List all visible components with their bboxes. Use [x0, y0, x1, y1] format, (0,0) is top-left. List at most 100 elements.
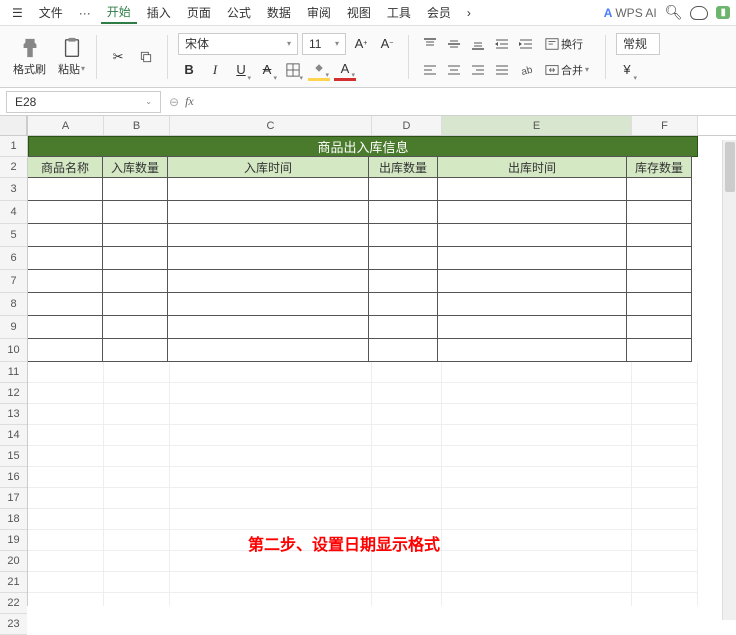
cancel-formula-icon[interactable]: ⊖ — [169, 95, 179, 109]
col-header[interactable]: C — [170, 116, 372, 135]
tab-formula[interactable]: 公式 — [221, 2, 257, 23]
table-cell[interactable] — [368, 177, 438, 201]
increase-font-icon[interactable]: A+ — [350, 33, 372, 55]
empty-cell[interactable] — [442, 425, 632, 446]
table-cell[interactable] — [102, 292, 168, 316]
align-middle-icon[interactable] — [443, 33, 465, 55]
row-header[interactable]: 18 — [0, 509, 27, 530]
justify-icon[interactable] — [491, 59, 513, 81]
row-header[interactable]: 22 — [0, 593, 27, 614]
empty-cell[interactable] — [372, 362, 442, 383]
empty-cell[interactable] — [372, 425, 442, 446]
table-cell[interactable] — [28, 338, 103, 362]
empty-cell[interactable] — [442, 362, 632, 383]
empty-cell[interactable] — [28, 467, 104, 488]
empty-cell[interactable] — [28, 425, 104, 446]
row-header[interactable]: 10 — [0, 339, 27, 362]
empty-cell[interactable] — [170, 593, 372, 606]
currency-button[interactable]: ¥ — [616, 59, 638, 81]
table-cell[interactable] — [368, 338, 438, 362]
table-cell[interactable] — [626, 223, 692, 247]
empty-cell[interactable] — [442, 446, 632, 467]
empty-cell[interactable] — [104, 530, 170, 551]
table-cell[interactable] — [368, 315, 438, 339]
table-cell[interactable] — [626, 315, 692, 339]
empty-cell[interactable] — [372, 488, 442, 509]
search-icon[interactable]: 🔍︎ — [665, 4, 683, 21]
row-header[interactable]: 13 — [0, 404, 27, 425]
tab-page[interactable]: 页面 — [181, 2, 217, 23]
empty-cell[interactable] — [632, 362, 698, 383]
row-header[interactable]: 6 — [0, 247, 27, 270]
select-all-corner[interactable] — [0, 116, 27, 136]
empty-cell[interactable] — [442, 530, 632, 551]
table-cell[interactable] — [102, 338, 168, 362]
fx-button[interactable]: fx — [185, 94, 194, 109]
table-cell[interactable] — [437, 315, 627, 339]
row-header[interactable]: 7 — [0, 270, 27, 293]
table-cell[interactable] — [102, 315, 168, 339]
tab-review[interactable]: 审阅 — [301, 2, 337, 23]
font-name-combo[interactable]: 宋体▾ — [178, 33, 298, 55]
row-header[interactable]: 1 — [0, 136, 27, 157]
row-header[interactable]: 12 — [0, 383, 27, 404]
align-bottom-icon[interactable] — [467, 33, 489, 55]
tabs-scroll-right-icon[interactable]: › — [461, 4, 477, 22]
orientation-icon[interactable]: ab — [515, 59, 537, 81]
table-cell[interactable] — [28, 200, 103, 224]
table-cell[interactable] — [28, 177, 103, 201]
col-header[interactable]: B — [104, 116, 170, 135]
row-header[interactable]: 8 — [0, 293, 27, 316]
row-header[interactable]: 15 — [0, 446, 27, 467]
table-cell[interactable] — [626, 269, 692, 293]
tab-view[interactable]: 视图 — [341, 2, 377, 23]
row-header[interactable]: 9 — [0, 316, 27, 339]
empty-cell[interactable] — [104, 488, 170, 509]
empty-cell[interactable] — [632, 509, 698, 530]
table-cell[interactable] — [626, 292, 692, 316]
tab-tools[interactable]: 工具 — [381, 2, 417, 23]
empty-cell[interactable] — [372, 593, 442, 606]
table-cell[interactable] — [167, 246, 369, 270]
tab-member[interactable]: 会员 — [421, 2, 457, 23]
empty-cell[interactable] — [632, 593, 698, 606]
empty-cell[interactable] — [28, 362, 104, 383]
empty-cell[interactable] — [104, 383, 170, 404]
border-button[interactable] — [282, 59, 304, 81]
more-menu[interactable]: ··· — [73, 4, 97, 22]
empty-cell[interactable] — [104, 362, 170, 383]
empty-cell[interactable] — [632, 488, 698, 509]
empty-cell[interactable] — [442, 488, 632, 509]
row-header[interactable]: 23 — [0, 614, 27, 635]
table-cell[interactable] — [28, 315, 103, 339]
table-cell[interactable] — [102, 177, 168, 201]
align-center-icon[interactable] — [443, 59, 465, 81]
table-cell[interactable] — [626, 338, 692, 362]
row-header[interactable]: 17 — [0, 488, 27, 509]
empty-cell[interactable] — [28, 446, 104, 467]
empty-cell[interactable] — [104, 509, 170, 530]
empty-cell[interactable] — [442, 551, 632, 572]
italic-button[interactable]: I — [204, 59, 226, 81]
empty-cell[interactable] — [442, 572, 632, 593]
table-cell[interactable] — [102, 223, 168, 247]
empty-cell[interactable] — [104, 404, 170, 425]
empty-cell[interactable] — [442, 383, 632, 404]
empty-cell[interactable] — [28, 383, 104, 404]
empty-cell[interactable] — [104, 467, 170, 488]
hamburger-icon[interactable]: ☰ — [6, 4, 29, 22]
row-header[interactable]: 14 — [0, 425, 27, 446]
empty-cell[interactable] — [442, 593, 632, 606]
empty-cell[interactable] — [104, 425, 170, 446]
empty-cell[interactable] — [104, 551, 170, 572]
empty-cell[interactable] — [372, 467, 442, 488]
empty-cell[interactable] — [28, 488, 104, 509]
empty-cell[interactable] — [104, 572, 170, 593]
table-cell[interactable] — [28, 223, 103, 247]
table-cell[interactable] — [626, 200, 692, 224]
wrap-text-button[interactable]: 换行 — [539, 33, 589, 55]
table-cell[interactable] — [368, 292, 438, 316]
empty-cell[interactable] — [28, 530, 104, 551]
empty-cell[interactable] — [442, 509, 632, 530]
table-cell[interactable] — [437, 177, 627, 201]
